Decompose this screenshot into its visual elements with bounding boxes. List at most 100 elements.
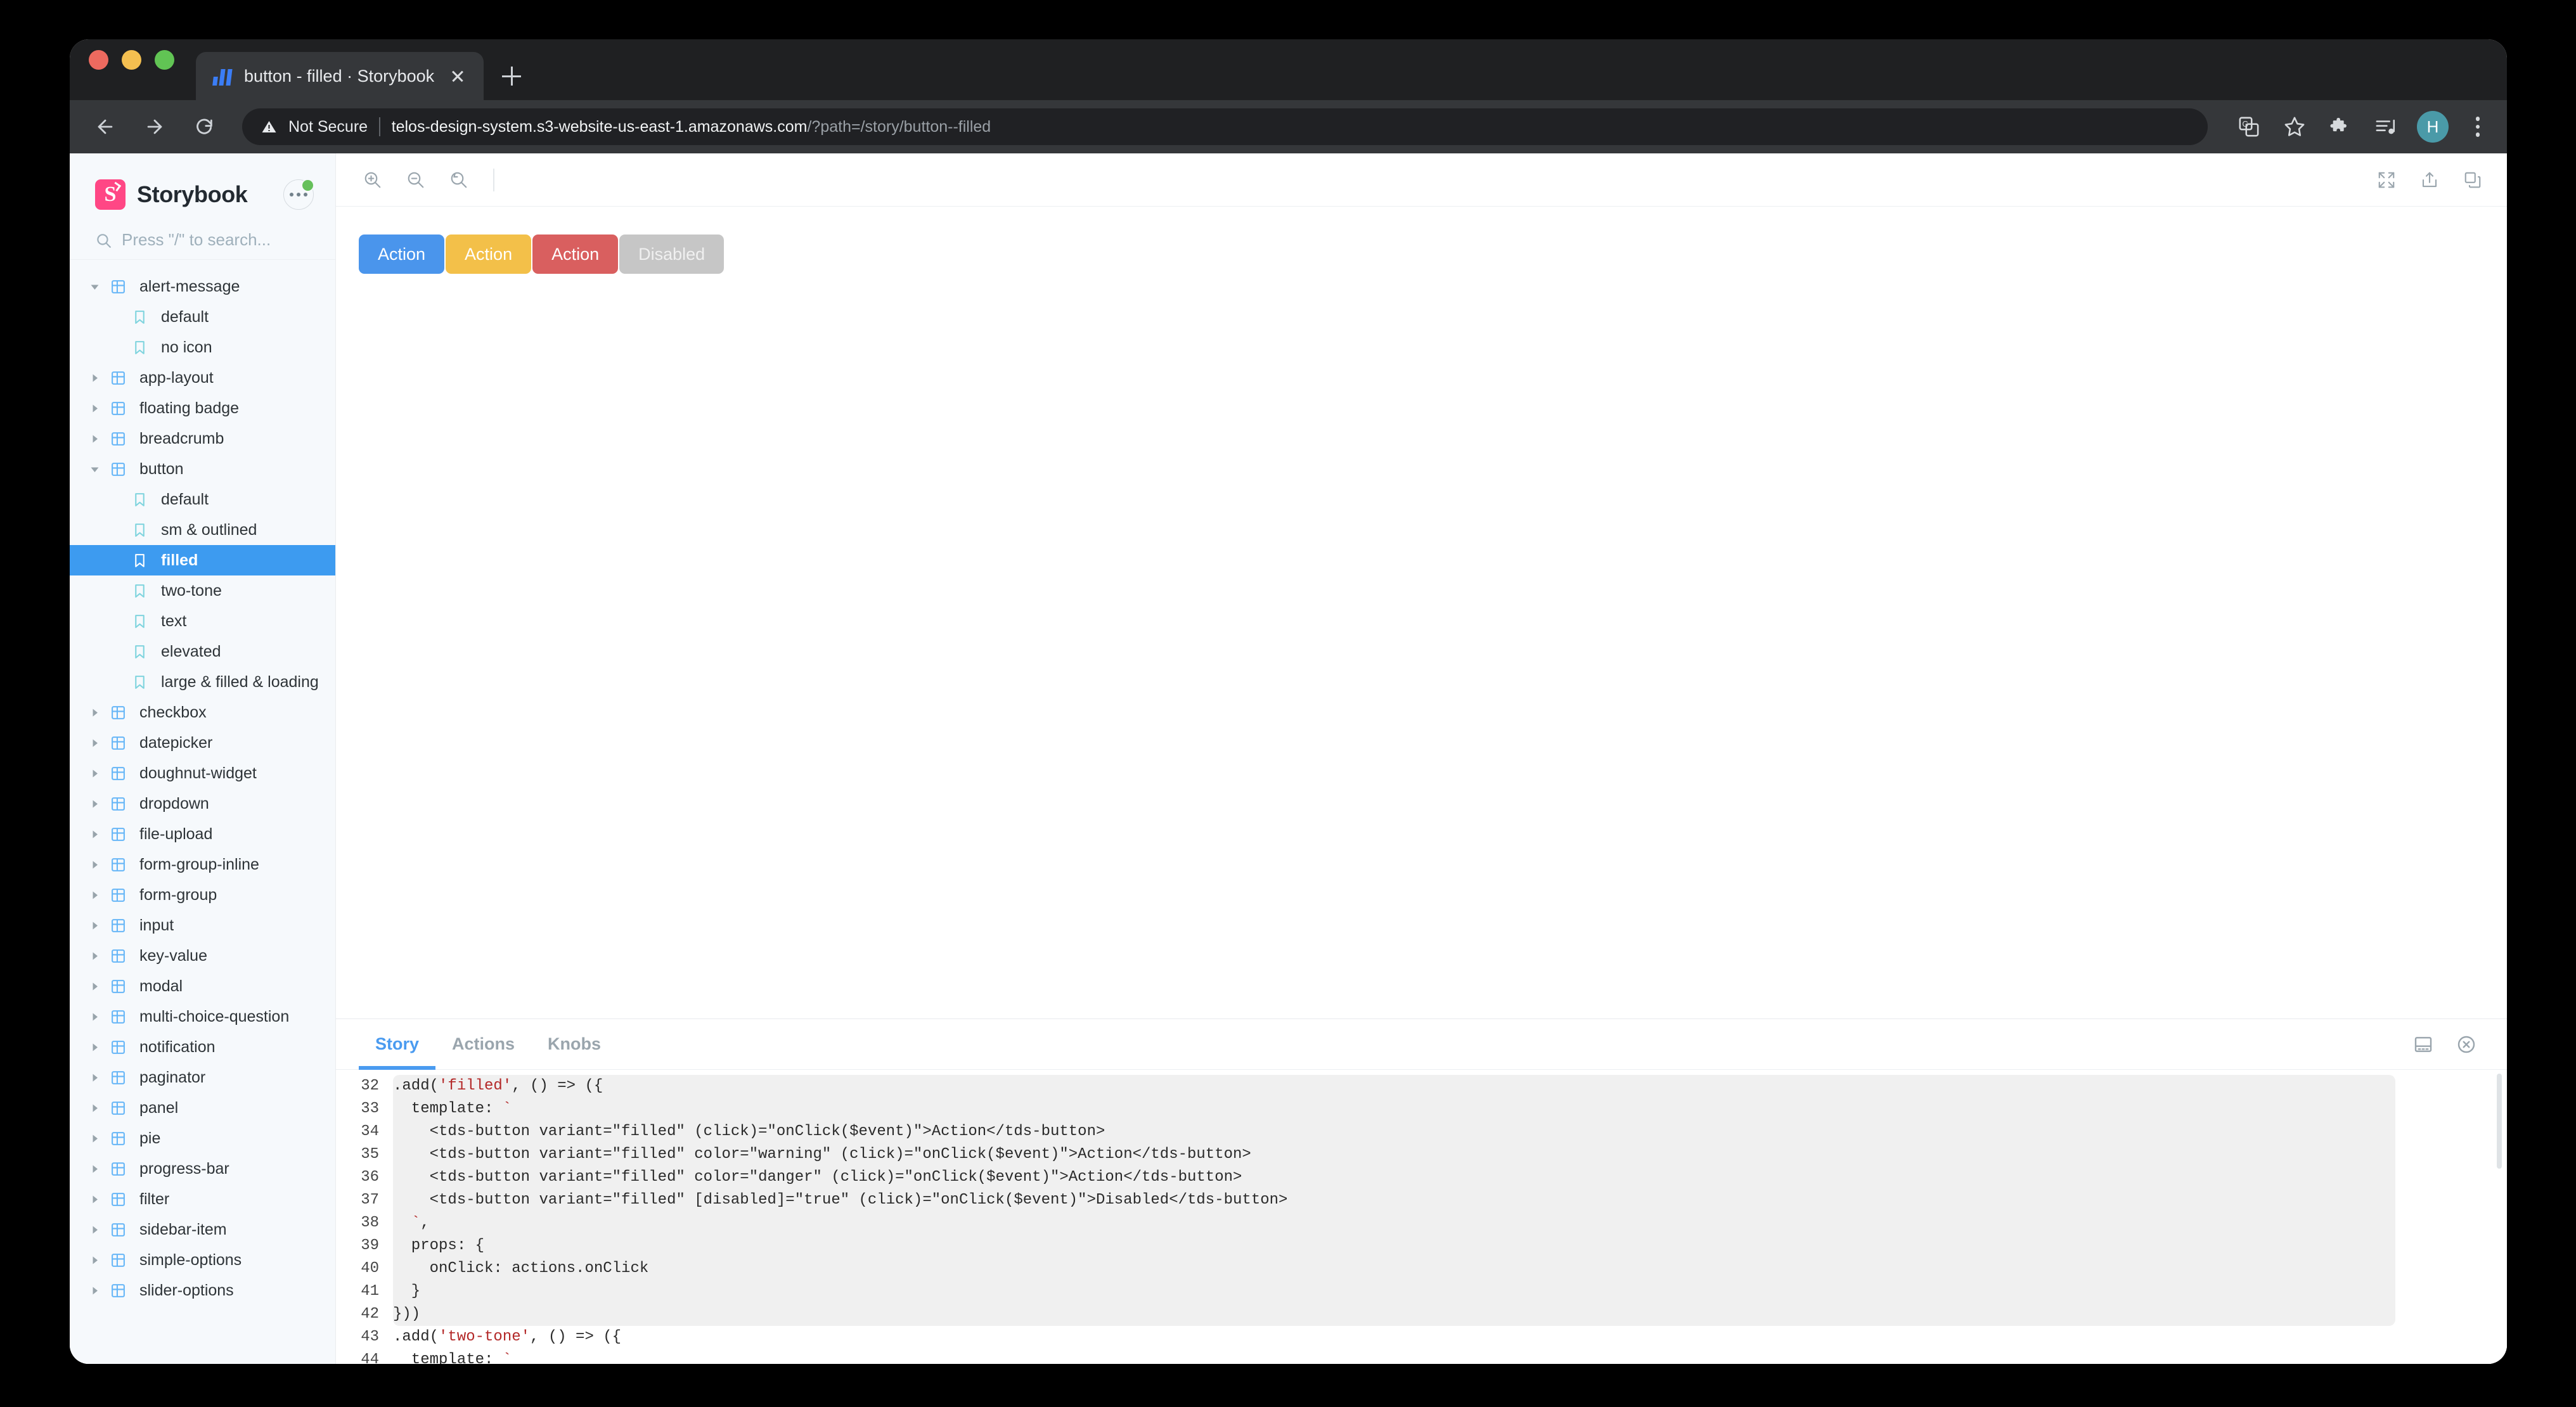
chevron-down-icon[interactable] bbox=[86, 465, 103, 474]
zoom-out-icon[interactable] bbox=[402, 166, 430, 194]
story-item-sm-outlined[interactable]: sm & outlined bbox=[70, 515, 335, 545]
chevron-right-icon[interactable] bbox=[86, 799, 103, 809]
sidebar-menu-button[interactable] bbox=[283, 179, 314, 210]
reload-button[interactable] bbox=[188, 110, 221, 143]
chevron-right-icon[interactable] bbox=[86, 921, 103, 930]
story-item-filled[interactable]: filled bbox=[70, 545, 335, 575]
component-item-modal[interactable]: modal bbox=[70, 971, 335, 1001]
component-item-multi-choice-question[interactable]: multi-choice-question bbox=[70, 1001, 335, 1032]
component-item-sidebar-item[interactable]: sidebar-item bbox=[70, 1214, 335, 1245]
chevron-right-icon[interactable] bbox=[86, 1225, 103, 1235]
browser-menu-icon[interactable] bbox=[2465, 117, 2490, 137]
translate-icon[interactable]: G bbox=[2234, 112, 2264, 141]
component-item-dropdown[interactable]: dropdown bbox=[70, 788, 335, 819]
component-item-form-group[interactable]: form-group bbox=[70, 880, 335, 910]
component-item-filter[interactable]: filter bbox=[70, 1184, 335, 1214]
chevron-right-icon[interactable] bbox=[86, 860, 103, 870]
fullscreen-icon[interactable] bbox=[2373, 166, 2400, 194]
extensions-puzzle-icon[interactable] bbox=[2326, 112, 2355, 141]
component-item-app-layout[interactable]: app-layout bbox=[70, 363, 335, 393]
panel-tab-knobs[interactable]: Knobs bbox=[531, 1019, 617, 1069]
panel-tab-story[interactable]: Story bbox=[359, 1019, 435, 1069]
component-item-input[interactable]: input bbox=[70, 910, 335, 941]
close-tab-icon[interactable] bbox=[447, 65, 468, 87]
profile-avatar[interactable]: H bbox=[2417, 111, 2449, 143]
story-item-default[interactable]: default bbox=[70, 484, 335, 515]
maximize-window-button[interactable] bbox=[155, 50, 174, 70]
zoom-reset-icon[interactable] bbox=[445, 166, 473, 194]
chevron-right-icon[interactable] bbox=[86, 1286, 103, 1295]
story-source-code[interactable]: 32.add('filled', () => ({33 template: `3… bbox=[336, 1070, 2507, 1364]
story-item-large-filled-loading[interactable]: large & filled & loading bbox=[70, 667, 335, 697]
sidebar-search-input[interactable]: Press "/" to search... bbox=[70, 221, 335, 260]
component-item-file-upload[interactable]: file-upload bbox=[70, 819, 335, 849]
component-item-checkbox[interactable]: checkbox bbox=[70, 697, 335, 728]
component-item-floating-badge[interactable]: floating badge bbox=[70, 393, 335, 423]
story-tree: alert-messagedefaultno iconapp-layoutflo… bbox=[70, 260, 335, 1364]
component-item-slider-options[interactable]: slider-options bbox=[70, 1275, 335, 1306]
story-item-elevated[interactable]: elevated bbox=[70, 636, 335, 667]
chevron-right-icon[interactable] bbox=[86, 1073, 103, 1083]
close-panel-icon[interactable] bbox=[2445, 1019, 2488, 1069]
chevron-right-icon[interactable] bbox=[86, 951, 103, 961]
component-item-simple-options[interactable]: simple-options bbox=[70, 1245, 335, 1275]
chevron-right-icon[interactable] bbox=[86, 1256, 103, 1265]
chevron-down-icon[interactable] bbox=[86, 282, 103, 292]
tree-item-label: dropdown bbox=[139, 795, 209, 813]
story-item-no-icon[interactable]: no icon bbox=[70, 332, 335, 363]
chevron-right-icon[interactable] bbox=[86, 434, 103, 444]
panel-position-icon[interactable] bbox=[2402, 1019, 2445, 1069]
story-button-danger[interactable]: Action bbox=[532, 234, 618, 274]
chevron-right-icon[interactable] bbox=[86, 982, 103, 991]
component-item-pie[interactable]: pie bbox=[70, 1123, 335, 1153]
chevron-right-icon[interactable] bbox=[86, 404, 103, 413]
forward-button[interactable] bbox=[138, 110, 171, 143]
chevron-right-icon[interactable] bbox=[86, 1164, 103, 1174]
component-item-notification[interactable]: notification bbox=[70, 1032, 335, 1062]
chevron-right-icon[interactable] bbox=[86, 738, 103, 748]
chevron-right-icon[interactable] bbox=[86, 1103, 103, 1113]
component-grid-icon bbox=[110, 796, 129, 812]
panel-tab-actions[interactable]: Actions bbox=[435, 1019, 531, 1069]
tree-item-label: button bbox=[139, 460, 184, 479]
chevron-right-icon[interactable] bbox=[86, 1012, 103, 1022]
new-tab-button[interactable] bbox=[493, 57, 531, 95]
component-item-breadcrumb[interactable]: breadcrumb bbox=[70, 423, 335, 454]
copy-icon[interactable] bbox=[2459, 166, 2487, 194]
component-item-key-value[interactable]: key-value bbox=[70, 941, 335, 971]
chevron-right-icon[interactable] bbox=[86, 769, 103, 778]
component-item-doughnut-widget[interactable]: doughnut-widget bbox=[70, 758, 335, 788]
tree-item-label: breadcrumb bbox=[139, 430, 224, 448]
component-item-button[interactable]: button bbox=[70, 454, 335, 484]
chevron-right-icon[interactable] bbox=[86, 890, 103, 900]
chevron-right-icon[interactable] bbox=[86, 1195, 103, 1204]
chevron-right-icon[interactable] bbox=[86, 373, 103, 383]
story-item-text[interactable]: text bbox=[70, 606, 335, 636]
story-item-two-tone[interactable]: two-tone bbox=[70, 575, 335, 606]
back-button[interactable] bbox=[89, 110, 122, 143]
zoom-in-icon[interactable] bbox=[359, 166, 387, 194]
address-bar[interactable]: Not Secure telos-design-system.s3-websit… bbox=[242, 108, 2208, 145]
component-item-alert-message[interactable]: alert-message bbox=[70, 271, 335, 302]
story-button-primary[interactable]: Action bbox=[359, 234, 444, 274]
tree-item-label: large & filled & loading bbox=[161, 673, 319, 691]
storybook-app: S Storybook Press "/" to search... alert… bbox=[70, 153, 2507, 1364]
component-item-datepicker[interactable]: datepicker bbox=[70, 728, 335, 758]
tree-item-label: key-value bbox=[139, 947, 207, 965]
browser-tab[interactable]: button - filled · Storybook bbox=[196, 52, 484, 100]
component-item-form-group-inline[interactable]: form-group-inline bbox=[70, 849, 335, 880]
close-window-button[interactable] bbox=[89, 50, 108, 70]
chevron-right-icon[interactable] bbox=[86, 708, 103, 717]
component-item-paginator[interactable]: paginator bbox=[70, 1062, 335, 1093]
chevron-right-icon[interactable] bbox=[86, 1134, 103, 1143]
chevron-right-icon[interactable] bbox=[86, 830, 103, 839]
bookmark-star-icon[interactable] bbox=[2280, 112, 2309, 141]
minimize-window-button[interactable] bbox=[122, 50, 141, 70]
component-item-panel[interactable]: panel bbox=[70, 1093, 335, 1123]
story-item-default[interactable]: default bbox=[70, 302, 335, 332]
chevron-right-icon[interactable] bbox=[86, 1043, 103, 1052]
story-button-warning[interactable]: Action bbox=[446, 234, 531, 274]
component-item-progress-bar[interactable]: progress-bar bbox=[70, 1153, 335, 1184]
media-playlist-icon[interactable] bbox=[2371, 112, 2400, 141]
open-in-new-icon[interactable] bbox=[2416, 166, 2444, 194]
